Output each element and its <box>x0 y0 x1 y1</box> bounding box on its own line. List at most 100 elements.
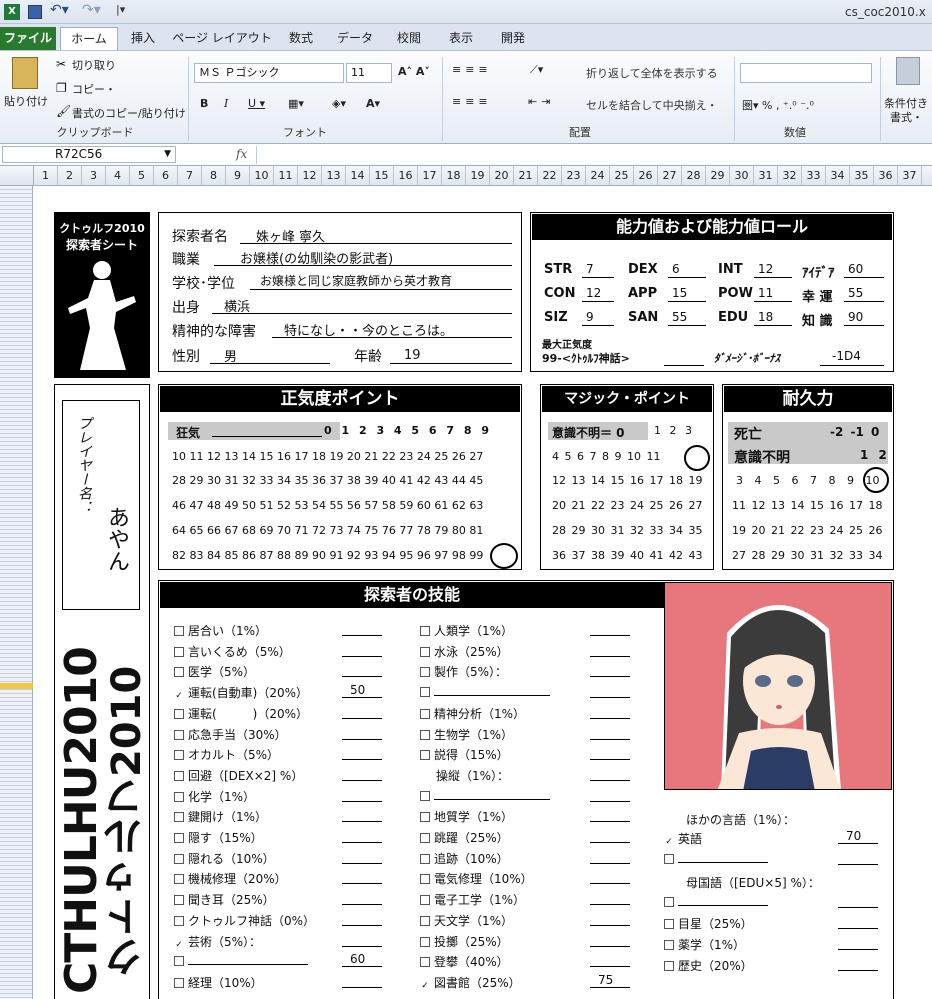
tab-home[interactable]: ホーム <box>60 27 118 50</box>
skill-checkbox[interactable] <box>420 647 430 657</box>
column-header-cell[interactable]: 2 <box>58 166 82 185</box>
tab-view[interactable]: 表示 <box>440 27 482 50</box>
skill-value-field[interactable] <box>590 933 630 947</box>
skill-checkbox[interactable]: ✓ <box>174 941 184 951</box>
max-san-field[interactable] <box>664 350 704 366</box>
column-header-cell[interactable]: 7 <box>178 166 202 185</box>
conditional-format-button-2[interactable]: 書式・ <box>890 109 923 125</box>
stat-value[interactable]: 55 <box>844 286 884 302</box>
wrap-text-button[interactable]: 折り返して全体を表示する <box>586 65 718 81</box>
skill-value-field[interactable] <box>342 788 382 802</box>
skill-checkbox[interactable] <box>174 667 184 677</box>
stat-value[interactable]: 12 <box>754 262 792 278</box>
bold-icon[interactable]: B <box>200 97 208 110</box>
column-header-cell[interactable]: 1 <box>34 166 58 185</box>
skill-checkbox[interactable] <box>174 709 184 719</box>
skill-checkbox[interactable] <box>420 791 430 801</box>
skill-checkbox[interactable] <box>174 792 184 802</box>
skill-checkbox[interactable]: ✓ <box>420 982 430 992</box>
skill-value-field[interactable] <box>342 870 382 884</box>
skill-value-field[interactable] <box>590 684 630 698</box>
skill-value-field[interactable] <box>838 936 878 950</box>
skill-value-field[interactable] <box>590 829 630 843</box>
skill-value-field[interactable] <box>838 915 878 929</box>
skill-value-field[interactable] <box>342 891 382 905</box>
stat-value[interactable]: 9 <box>582 310 614 326</box>
column-header-cell[interactable]: 33 <box>802 166 826 185</box>
skill-checkbox[interactable] <box>420 709 430 719</box>
skill-checkbox[interactable] <box>420 667 430 677</box>
skill-checkbox[interactable] <box>420 854 430 864</box>
excel-icon[interactable]: X <box>4 4 20 20</box>
tab-insert[interactable]: 挿入 <box>122 27 164 50</box>
skill-checkbox[interactable] <box>420 895 430 905</box>
skill-checkbox[interactable] <box>174 771 184 781</box>
skill-checkbox[interactable] <box>420 730 430 740</box>
column-header-cell[interactable]: 5 <box>130 166 154 185</box>
stat-value[interactable]: 55 <box>668 310 706 326</box>
underline-icon[interactable]: U ▾ <box>248 97 265 110</box>
skill-value-field[interactable] <box>838 957 878 971</box>
skill-checkbox[interactable] <box>174 812 184 822</box>
column-header-cell[interactable]: 30 <box>730 166 754 185</box>
currency-icon[interactable]: 圏▾ % , ⁺.⁰ ⁻.⁰ <box>742 97 814 113</box>
skill-value-field[interactable] <box>590 912 630 926</box>
column-header-cell[interactable]: 15 <box>370 166 394 185</box>
skill-value-field[interactable] <box>342 746 382 760</box>
skill-value-field[interactable] <box>590 622 630 636</box>
skill-value-field[interactable] <box>590 870 630 884</box>
column-header-cell[interactable]: 10 <box>250 166 274 185</box>
column-header-cell[interactable]: 34 <box>826 166 850 185</box>
skill-custom-blank[interactable] <box>678 851 768 863</box>
skill-checkbox[interactable] <box>420 957 430 967</box>
skill-checkbox[interactable] <box>420 626 430 636</box>
font-size-combo[interactable]: 11 <box>346 63 392 83</box>
font-name-combo[interactable]: ＭＳ Ｐゴシック <box>194 63 344 83</box>
skill-checkbox[interactable] <box>664 919 674 929</box>
cut-button[interactable]: 切り取り <box>72 57 116 73</box>
skill-value-field[interactable] <box>590 808 630 822</box>
column-header-cell[interactable]: 19 <box>466 166 490 185</box>
skill-value-field[interactable] <box>590 788 630 802</box>
fx-icon[interactable]: fx <box>236 147 247 161</box>
skill-checkbox[interactable]: ✓ <box>174 692 184 702</box>
column-header-cell[interactable]: 23 <box>562 166 586 185</box>
column-header-cell[interactable]: 20 <box>490 166 514 185</box>
stat-value[interactable]: 6 <box>668 262 706 278</box>
font-color-icon[interactable]: A▾ <box>366 97 380 110</box>
column-header-cell[interactable]: 17 <box>418 166 442 185</box>
tab-file[interactable]: ファイル <box>0 27 56 50</box>
merge-center-button[interactable]: セルを結合して中央揃え・ <box>586 97 718 113</box>
skill-value-field[interactable] <box>342 767 382 781</box>
skill-checkbox[interactable] <box>420 874 430 884</box>
stat-value[interactable]: 15 <box>668 286 706 302</box>
column-header-cell[interactable]: 24 <box>586 166 610 185</box>
skill-checkbox[interactable] <box>174 750 184 760</box>
number-format-combo[interactable] <box>740 63 872 83</box>
column-header-cell[interactable]: 9 <box>226 166 250 185</box>
skill-checkbox[interactable]: ✓ <box>664 838 674 848</box>
skill-checkbox[interactable] <box>174 956 184 966</box>
save-icon[interactable] <box>28 5 42 19</box>
skill-checkbox[interactable] <box>420 916 430 926</box>
skill-checkbox[interactable] <box>174 854 184 864</box>
skill-checkbox[interactable] <box>420 812 430 822</box>
skill-checkbox[interactable] <box>420 687 430 697</box>
stat-value[interactable]: 90 <box>844 310 884 326</box>
column-header-cell[interactable]: 29 <box>706 166 730 185</box>
skill-value-field[interactable] <box>342 850 382 864</box>
skill-value-field[interactable] <box>342 912 382 926</box>
column-header-cell[interactable]: 18 <box>442 166 466 185</box>
skill-value-field[interactable] <box>342 829 382 843</box>
skill-value-field[interactable] <box>342 705 382 719</box>
skill-checkbox[interactable] <box>664 897 674 907</box>
column-header-cell[interactable]: 16 <box>394 166 418 185</box>
tab-formulas[interactable]: 数式 <box>280 27 322 50</box>
grow-font-icon[interactable]: A˄ A˅ <box>398 65 430 78</box>
column-header-cell[interactable]: 32 <box>778 166 802 185</box>
align-top-icon[interactable]: ≡≡≡ <box>452 63 492 76</box>
stat-value[interactable]: 11 <box>754 286 792 302</box>
skill-value-field[interactable] <box>342 643 382 657</box>
skill-checkbox[interactable] <box>174 978 184 988</box>
indent-icon[interactable]: ⇤⇥ <box>528 95 554 108</box>
